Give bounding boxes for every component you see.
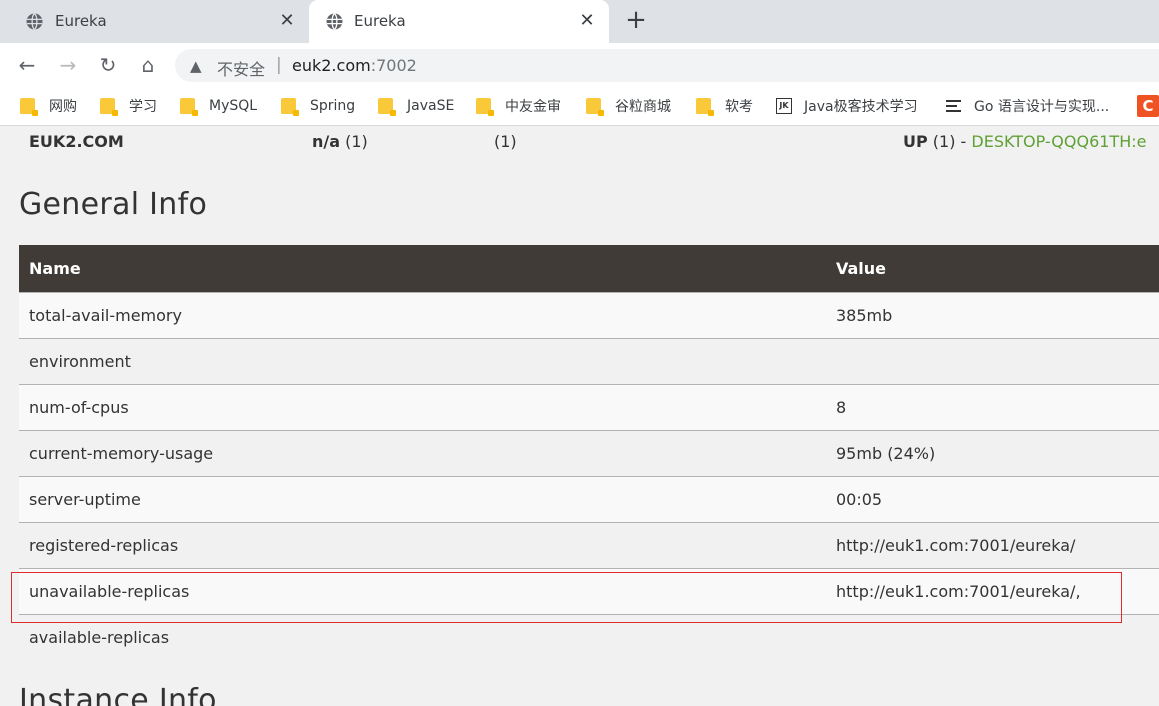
- folder-icon: [476, 98, 494, 116]
- close-icon[interactable]: ✕: [277, 11, 297, 31]
- replica-az: (1): [494, 132, 517, 151]
- row-name: unavailable-replicas: [19, 567, 827, 614]
- replica-status: UP (1) - DESKTOP-QQQ61TH:e: [903, 132, 1146, 151]
- table-row: total-avail-memory 385mb: [19, 291, 1159, 338]
- reload-button[interactable]: ↻: [95, 52, 121, 78]
- row-value: [827, 337, 1159, 384]
- replica-name: EUK2.COM: [29, 132, 124, 151]
- folder-icon: [378, 98, 396, 116]
- bookmark-guli[interactable]: 谷粒商城: [586, 96, 671, 116]
- bookmark-label: 中友金审: [505, 99, 561, 115]
- home-button[interactable]: ⌂: [135, 52, 161, 78]
- folder-icon: [281, 98, 299, 116]
- separator: |: [276, 55, 282, 75]
- table-row: num-of-cpus 8: [19, 383, 1159, 430]
- row-name: environment: [19, 337, 827, 384]
- row-name: total-avail-memory: [19, 291, 827, 338]
- bookmarks-bar: 网购 学习 MySQL Spring JavaSE 中友金审 谷粒商城 软考 J…: [0, 87, 1159, 126]
- bookmark-ruankao[interactable]: 软考: [696, 96, 753, 116]
- bookmark-label: 网购: [49, 99, 77, 115]
- page-content: EUK2.COM n/a (1) (1) UP (1) - DESKTOP-QQ…: [0, 127, 1159, 706]
- tab-title: Eureka: [55, 12, 107, 30]
- status-value: UP: [903, 132, 928, 151]
- new-tab-button[interactable]: +: [624, 7, 648, 33]
- table-row: registered-replicas http://euk1.com:7001…: [19, 521, 1159, 568]
- general-info-heading: General Info: [19, 187, 208, 222]
- table-row: environment: [19, 337, 1159, 384]
- row-name: available-replicas: [19, 613, 827, 660]
- folder-icon: [180, 98, 198, 116]
- ami-count: (1): [340, 132, 368, 151]
- globe-icon: [26, 13, 43, 30]
- row-name: current-memory-usage: [19, 429, 827, 476]
- row-name: num-of-cpus: [19, 383, 827, 430]
- bookmark-spring[interactable]: Spring: [281, 96, 355, 116]
- column-header-name: Name: [19, 245, 827, 292]
- row-name: registered-replicas: [19, 521, 827, 568]
- url-host: euk2.com: [292, 56, 371, 75]
- warning-icon[interactable]: ▲: [190, 57, 202, 75]
- bookmark-c[interactable]: C: [1137, 95, 1159, 117]
- globe-icon: [326, 13, 343, 30]
- bookmark-javase[interactable]: JavaSE: [378, 96, 454, 116]
- tab-eureka-2-active[interactable]: Eureka ✕: [309, 0, 609, 43]
- bookmark-label: 学习: [129, 99, 157, 115]
- tab-strip: Eureka ✕ Eureka ✕ +: [0, 0, 1159, 43]
- folder-icon: [20, 98, 38, 116]
- instance-link[interactable]: DESKTOP-QQQ61TH:e: [971, 132, 1146, 151]
- row-value: 95mb (24%): [827, 429, 1159, 476]
- row-value: [827, 613, 1159, 660]
- bookmark-wanggou[interactable]: 网购: [20, 96, 77, 116]
- replica-ami: n/a (1): [312, 132, 368, 151]
- ds-replica-row: EUK2.COM n/a (1) (1) UP (1) - DESKTOP-QQ…: [0, 132, 1159, 152]
- close-icon[interactable]: ✕: [577, 11, 597, 31]
- table-row: available-replicas: [19, 613, 1159, 660]
- bookmark-label: Go 语言设计与实现...: [974, 99, 1110, 115]
- bookmark-mysql[interactable]: MySQL: [180, 96, 257, 116]
- row-value: 385mb: [827, 291, 1159, 338]
- tab-eureka-1[interactable]: Eureka ✕: [0, 0, 309, 43]
- folder-icon: [586, 98, 604, 116]
- folder-icon: [100, 98, 118, 116]
- c-badge-icon: C: [1137, 95, 1159, 117]
- back-button[interactable]: ←: [14, 52, 40, 78]
- bookmark-label: 软考: [725, 99, 753, 115]
- row-name: server-uptime: [19, 475, 827, 522]
- tab-title: Eureka: [354, 12, 406, 30]
- bookmark-label: 谷粒商城: [615, 99, 671, 115]
- column-header-value: Value: [827, 245, 1159, 292]
- table-header-row: Name Value: [19, 245, 1159, 292]
- instance-info-heading: Instance Info: [19, 683, 217, 706]
- jk-icon: JK: [776, 98, 792, 114]
- browser-toolbar: ← → ↻ ⌂ ▲ 不安全 | euk2.com:7002: [0, 43, 1159, 87]
- forward-button[interactable]: →: [55, 52, 81, 78]
- address-bar[interactable]: ▲ 不安全 | euk2.com:7002: [175, 49, 1159, 82]
- url-port: :7002: [370, 56, 417, 75]
- table-row: server-uptime 00:05: [19, 475, 1159, 522]
- bookmark-xuexi[interactable]: 学习: [100, 96, 157, 116]
- security-label[interactable]: 不安全: [217, 56, 265, 80]
- bookmark-go-design[interactable]: Go 语言设计与实现...: [946, 96, 1109, 116]
- ami-value: n/a: [312, 132, 341, 151]
- row-value: 00:05: [827, 475, 1159, 522]
- bookmark-label: MySQL: [209, 98, 258, 114]
- bookmark-zhongyou[interactable]: 中友金审: [476, 96, 561, 116]
- row-value: http://euk1.com:7001/eureka/: [827, 521, 1159, 568]
- list-icon: [946, 100, 961, 112]
- bookmark-label: Spring: [310, 98, 356, 114]
- row-value: http://euk1.com:7001/eureka/,: [827, 567, 1159, 614]
- bookmark-label: Java极客技术学习: [804, 99, 918, 115]
- folder-icon: [696, 98, 714, 116]
- row-value: 8: [827, 383, 1159, 430]
- url-text[interactable]: euk2.com:7002: [292, 56, 417, 75]
- table-row: current-memory-usage 95mb (24%): [19, 429, 1159, 476]
- bookmark-label: JavaSE: [407, 98, 455, 114]
- bookmark-java-geek[interactable]: JK Java极客技术学习: [776, 96, 918, 116]
- status-count: (1) -: [927, 132, 972, 151]
- general-info-table: Name Value total-avail-memory 385mb envi…: [19, 245, 1159, 660]
- table-row: unavailable-replicas http://euk1.com:700…: [19, 567, 1159, 614]
